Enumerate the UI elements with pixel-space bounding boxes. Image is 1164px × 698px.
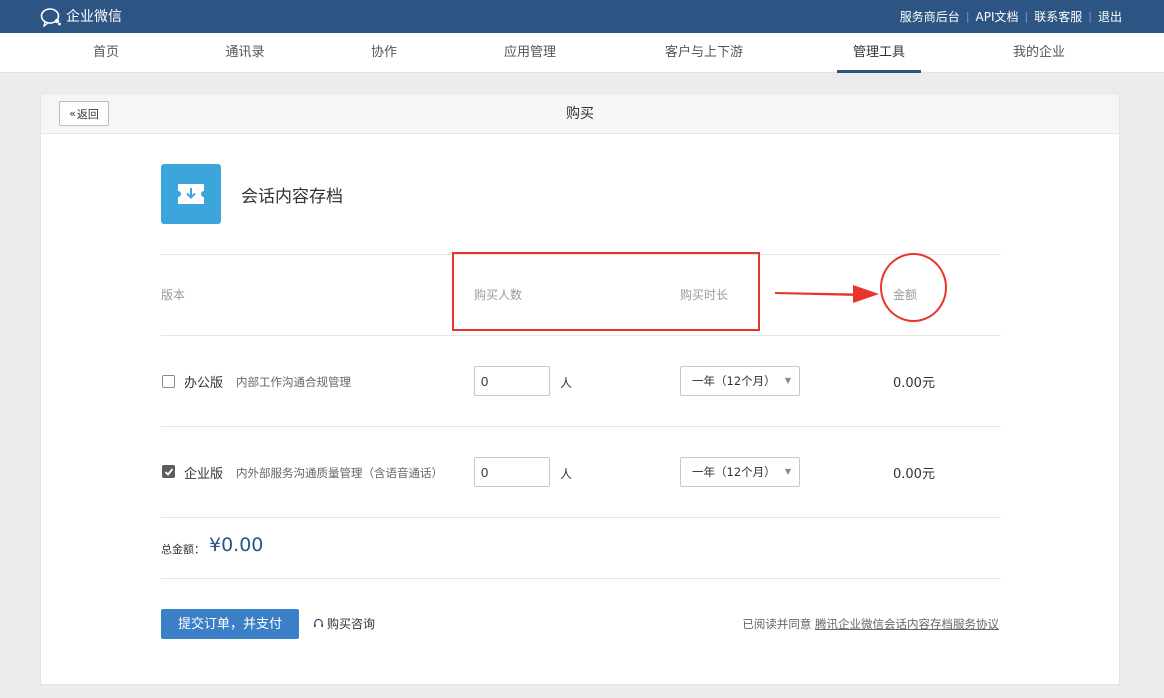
back-button[interactable]: « 返回	[59, 101, 109, 126]
agreement-prefix: 已阅读并同意	[742, 617, 812, 631]
logo[interactable]: 企业微信	[40, 7, 122, 27]
nav-management-tools[interactable]: 管理工具	[836, 33, 922, 73]
check-icon	[164, 468, 174, 476]
separator: |	[1088, 10, 1092, 23]
enterprise-edition-checkbox[interactable]	[162, 465, 175, 478]
product-name: 会话内容存档	[241, 187, 343, 207]
wecom-logo-icon	[40, 8, 61, 27]
service-agreement-link[interactable]: 腾讯企业微信会话内容存档服务协议	[815, 617, 999, 631]
office-edition-desc: 内部工作沟通合规管理	[236, 375, 351, 389]
double-chevron-left-icon: «	[69, 107, 76, 120]
enterprise-edition-duration-select[interactable]: 一年（12个月） ▼	[680, 457, 800, 487]
logo-text: 企业微信	[66, 9, 122, 25]
nav-home[interactable]: 首页	[93, 33, 119, 73]
divider	[161, 517, 1001, 518]
logout-link[interactable]: 退出	[1098, 8, 1122, 25]
total-amount: ¥0.00	[209, 534, 264, 556]
office-edition-amount: 0.00元	[893, 376, 935, 391]
office-edition-name: 办公版	[184, 376, 224, 391]
back-label: 返回	[76, 107, 99, 121]
separator: |	[1024, 10, 1029, 23]
total-label: 总金额：	[161, 543, 205, 556]
top-bar: 企业微信 服务商后台 | API文档 | 联系客服 | 退出	[0, 0, 1164, 33]
nav-collaboration[interactable]: 协作	[371, 33, 397, 73]
download-card-icon	[178, 184, 204, 204]
main-nav: 首页 通讯录 协作 应用管理 客户与上下游 管理工具 我的企业	[0, 33, 1164, 73]
contact-support-link[interactable]: 联系客服	[1034, 8, 1082, 25]
divider	[161, 578, 1001, 579]
submit-order-button[interactable]: 提交订单，并支付	[161, 609, 299, 639]
top-links: 服务商后台 | API文档 | 联系客服 | 退出	[900, 0, 1122, 33]
office-edition-duration-select[interactable]: 一年（12个月） ▼	[680, 366, 800, 396]
enterprise-edition-amount: 0.00元	[893, 467, 935, 482]
separator: |	[965, 10, 970, 23]
api-docs-link[interactable]: API文档	[976, 8, 1019, 25]
purchase-consult-link[interactable]: 购买咨询	[313, 615, 375, 632]
nav-customers-partners[interactable]: 客户与上下游	[665, 33, 743, 73]
column-header-edition: 版本	[161, 288, 186, 302]
divider	[161, 426, 1001, 427]
enterprise-edition-desc: 内外部服务沟通质量管理（含语音通话）	[236, 466, 443, 480]
agreement-text: 已阅读并同意 腾讯企业微信会话内容存档服务协议	[742, 616, 999, 632]
nav-app-management[interactable]: 应用管理	[504, 33, 556, 73]
purchase-consult-label: 购买咨询	[327, 617, 376, 631]
product-icon	[161, 164, 221, 224]
nav-contacts[interactable]: 通讯录	[225, 33, 264, 73]
office-edition-count-input[interactable]	[474, 366, 550, 396]
headset-icon	[313, 618, 324, 628]
office-edition-unit: 人	[560, 376, 573, 390]
provider-console-link[interactable]: 服务商后台	[900, 8, 960, 25]
caret-down-icon: ▼	[784, 376, 791, 385]
annotation-highlight-circle	[880, 253, 947, 322]
page-title: 购买	[566, 106, 594, 122]
enterprise-edition-duration-value: 一年（12个月）	[692, 465, 776, 479]
caret-down-icon: ▼	[784, 467, 791, 476]
office-edition-checkbox[interactable]	[162, 375, 175, 388]
enterprise-edition-name: 企业版	[184, 467, 224, 482]
office-edition-duration-value: 一年（12个月）	[692, 374, 776, 388]
purchase-card: 购买 « 返回 会话内容存档 版本 购买人数 购买时长 金额 办公版 内部工作沟…	[40, 93, 1120, 685]
enterprise-edition-count-input[interactable]	[474, 457, 550, 487]
annotation-arrow-icon	[775, 285, 879, 303]
card-header: 购买 « 返回	[41, 94, 1119, 134]
annotation-highlight-box	[452, 252, 760, 331]
divider	[161, 335, 1001, 336]
enterprise-edition-unit: 人	[560, 467, 573, 481]
nav-my-enterprise[interactable]: 我的企业	[1013, 33, 1065, 73]
